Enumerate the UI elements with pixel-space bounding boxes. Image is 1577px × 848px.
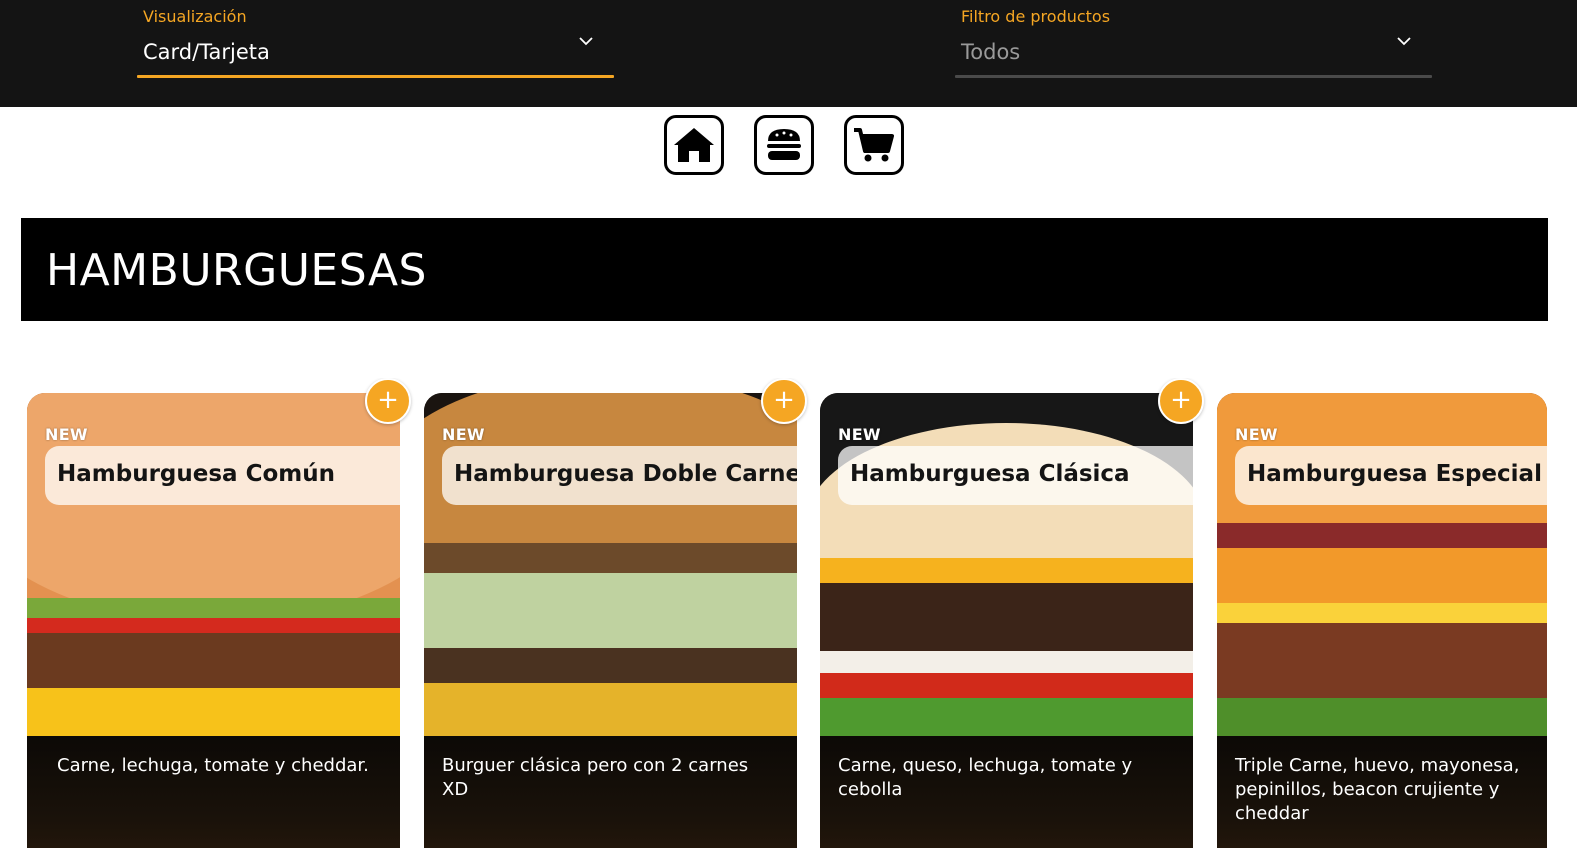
product-name: Hamburguesa Clásica xyxy=(850,461,1130,487)
burger-icon xyxy=(767,129,801,160)
product-description-area: Carne, queso, lechuga, tomate y cebolla xyxy=(820,736,1193,848)
home-button[interactable] xyxy=(664,115,724,175)
product-name: Hamburguesa Doble Carne xyxy=(454,461,797,487)
product-title-box: Hamburguesa Clásica xyxy=(838,446,1193,505)
product-image xyxy=(820,393,1193,736)
product-image xyxy=(1217,393,1547,736)
visualization-select[interactable]: Visualización Card/Tarjeta xyxy=(137,0,614,78)
product-filter-label: Filtro de productos xyxy=(961,7,1111,26)
visualization-value[interactable]: Card/Tarjeta xyxy=(143,40,270,64)
new-badge: NEW xyxy=(1235,425,1278,444)
product-filter-value[interactable]: Todos xyxy=(961,40,1020,64)
chevron-down-icon[interactable] xyxy=(1396,33,1412,49)
home-icon xyxy=(674,128,714,162)
product-description-area: Triple Carne, huevo, mayonesa, pepinillo… xyxy=(1217,736,1547,848)
section-header: HAMBURGUESAS xyxy=(21,218,1548,321)
product-filter-underline xyxy=(955,75,1432,78)
product-name: Hamburguesa Común xyxy=(57,461,335,487)
product-title-box: Hamburguesa Doble Carne xyxy=(442,446,797,505)
product-name: Hamburguesa Especial xyxy=(1247,461,1542,487)
visualization-label: Visualización xyxy=(143,7,247,26)
product-image xyxy=(27,393,400,736)
menu-button[interactable] xyxy=(754,115,814,175)
nav-icons xyxy=(664,115,904,175)
add-to-cart-button[interactable]: + xyxy=(1158,378,1204,424)
new-badge: NEW xyxy=(838,425,881,444)
add-to-cart-button[interactable]: + xyxy=(761,378,807,424)
visualization-underline xyxy=(137,75,614,78)
new-badge: NEW xyxy=(45,425,88,444)
product-card[interactable]: NEW Hamburguesa Especial Triple Carne, h… xyxy=(1217,393,1547,848)
product-filter-select[interactable]: Filtro de productos Todos xyxy=(955,0,1432,78)
product-description-area: Carne, lechuga, tomate y cheddar. xyxy=(27,736,400,848)
filter-bar: Visualización Card/Tarjeta Filtro de pro… xyxy=(0,0,1577,107)
product-description: Triple Carne, huevo, mayonesa, pepinillo… xyxy=(1235,755,1520,824)
product-description: Burguer clásica pero con 2 carnes XD xyxy=(442,755,749,800)
product-title-box: Hamburguesa Común xyxy=(45,446,400,505)
section-title: HAMBURGUESAS xyxy=(46,245,427,296)
product-title-box: Hamburguesa Especial xyxy=(1235,446,1547,505)
new-badge: NEW xyxy=(442,425,485,444)
cart-icon xyxy=(854,128,894,162)
product-description: Carne, queso, lechuga, tomate y cebolla xyxy=(838,755,1133,800)
product-card[interactable]: NEW Hamburguesa Común Carne, lechuga, to… xyxy=(27,393,400,848)
product-list: NEW Hamburguesa Común Carne, lechuga, to… xyxy=(0,378,1577,848)
product-description: Carne, lechuga, tomate y cheddar. xyxy=(57,755,369,776)
cart-button[interactable] xyxy=(844,115,904,175)
product-description-area: Burguer clásica pero con 2 carnes XD xyxy=(424,736,797,848)
product-card[interactable]: NEW Hamburguesa Doble Carne Burguer clás… xyxy=(424,393,797,848)
product-card[interactable]: NEW Hamburguesa Clásica Carne, queso, le… xyxy=(820,393,1193,848)
product-image xyxy=(424,393,797,736)
chevron-down-icon[interactable] xyxy=(578,33,594,49)
add-to-cart-button[interactable]: + xyxy=(365,378,411,424)
